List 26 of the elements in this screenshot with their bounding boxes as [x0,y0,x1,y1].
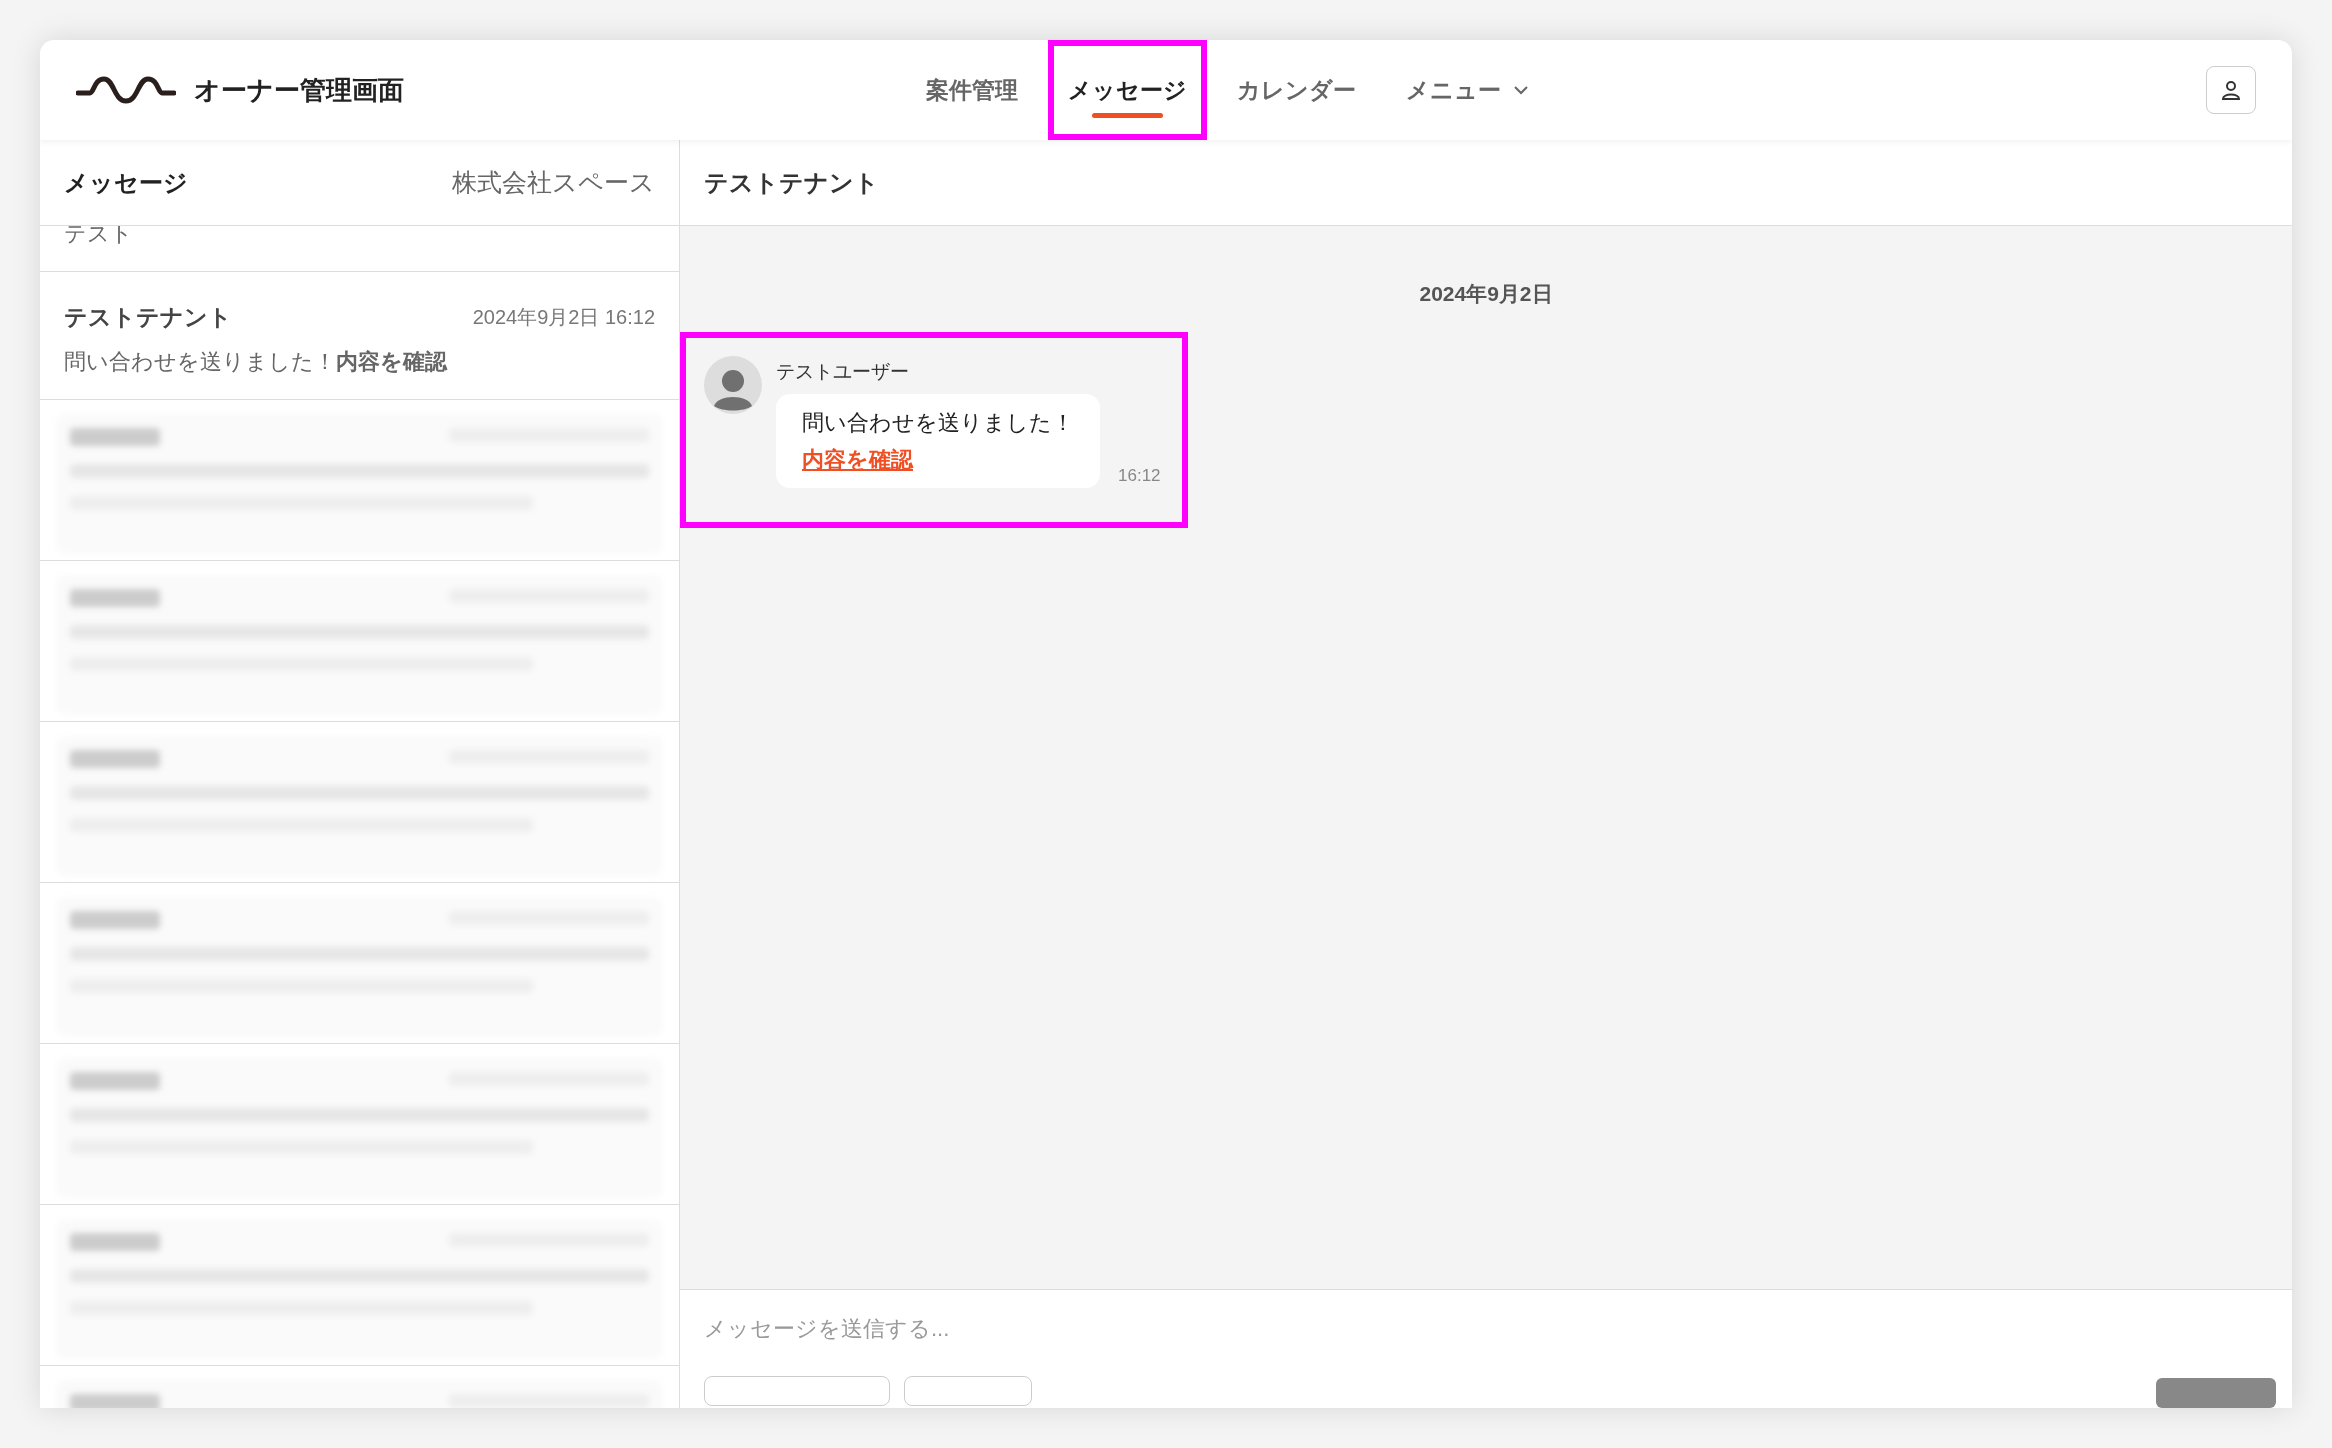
panel-title: メッセージ [64,167,188,198]
message-link[interactable]: 内容を確認 [802,443,913,476]
thread-time: 2024年9月2日 16:12 [472,305,655,331]
send-button[interactable] [2156,1378,2276,1408]
message-text: 問い合わせを送りました！ [802,409,1074,437]
chat-title: テストテナント [704,167,879,198]
nav-tab[interactable]: メッセージ [1048,40,1207,140]
user-icon [2219,78,2243,102]
menu-dropdown[interactable]: メニュー [1386,40,1549,140]
nav-tab[interactable]: 案件管理 [906,40,1038,140]
template-button[interactable] [904,1376,1032,1406]
app-title: オーナー管理画面 [194,73,404,107]
chevron-down-icon [1513,85,1529,95]
thread-preview: 問い合わせを送りました！内容を確認 [64,347,449,376]
nav-tab[interactable]: カレンダー [1217,40,1376,140]
date-separator: 2024年9月2日 [1419,281,1553,307]
attachment-button[interactable] [704,1376,890,1406]
message-input[interactable]: メッセージを送信する... [704,1314,2268,1344]
sender-name: テストユーザー [776,359,910,384]
thread-list-item[interactable]: テストテナント 2024年9月2日 16:12 問い合わせを送りました！内容を確認 [40,272,679,400]
list-item-preview: テスト [64,226,134,246]
user-account-button[interactable] [2206,66,2256,114]
avatar-icon [704,355,762,414]
thread-name: テストテナント [64,303,232,332]
company-name: 株式会社スペース [452,166,655,198]
message-time: 16:12 [1118,464,1161,487]
